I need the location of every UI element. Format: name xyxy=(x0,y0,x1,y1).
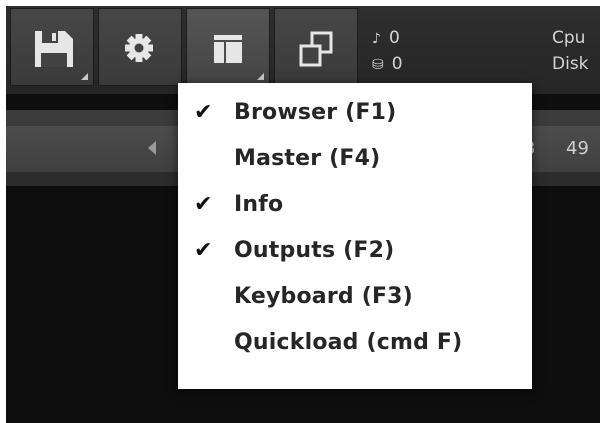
menu-item-label: Keyboard (F3) xyxy=(234,284,413,309)
menu-item-browser[interactable]: ✔ Browser (F1) xyxy=(178,93,532,139)
strip-number: 49 xyxy=(566,138,589,159)
minimize-view-icon xyxy=(299,31,333,67)
menu-item-outputs[interactable]: ✔ Outputs (F2) xyxy=(178,231,532,277)
memory-value: 0 xyxy=(391,54,403,74)
menu-item-master[interactable]: Master (F4) xyxy=(178,139,532,185)
menu-item-keyboard[interactable]: Keyboard (F3) xyxy=(178,277,532,323)
options-button[interactable] xyxy=(98,8,182,86)
menu-item-label: Info xyxy=(234,192,284,217)
gear-icon xyxy=(125,34,153,62)
menu-item-info[interactable]: ✔ Info xyxy=(178,185,532,231)
memory-icon: ⛁ xyxy=(372,57,384,73)
voices-value: 0 xyxy=(388,28,400,48)
toolbar: ♪ 0 ⛁ 0 Cpu Disk xyxy=(6,6,600,94)
checkmark-icon: ✔ xyxy=(194,192,213,217)
checkmark-icon: ✔ xyxy=(194,100,213,125)
disk-label: Disk xyxy=(552,54,589,74)
scroll-left-arrow-icon[interactable] xyxy=(148,141,156,155)
menu-item-label: Master (F4) xyxy=(234,146,381,171)
menu-item-label: Outputs (F2) xyxy=(234,238,395,263)
memory-meter: ⛁ 0 xyxy=(372,54,403,74)
app-window: ♪0 ⛁0 Cpu Disk 3 49 ✔ Browser (F1) Maste… xyxy=(6,6,600,423)
view-dropdown-menu: ✔ Browser (F1) Master (F4) ✔ Info ✔ Outp… xyxy=(178,83,532,389)
dropdown-corner-indicator xyxy=(81,73,88,80)
menu-item-label: Browser (F1) xyxy=(234,100,397,125)
view-layout-button[interactable] xyxy=(186,8,270,86)
voices-icon: ♪ xyxy=(372,31,381,47)
dropdown-corner-indicator xyxy=(257,73,264,80)
performance-meters: ♪ 0 ⛁ 0 Cpu Disk xyxy=(366,12,600,88)
minimize-view-button[interactable] xyxy=(274,8,358,86)
save-button[interactable] xyxy=(10,8,94,86)
voices-meter: ♪ 0 xyxy=(372,28,400,48)
menu-item-label: Quickload (cmd F) xyxy=(234,330,463,355)
cpu-label: Cpu xyxy=(552,28,586,48)
menu-item-quickload[interactable]: Quickload (cmd F) xyxy=(178,323,532,369)
checkmark-icon: ✔ xyxy=(194,238,213,263)
